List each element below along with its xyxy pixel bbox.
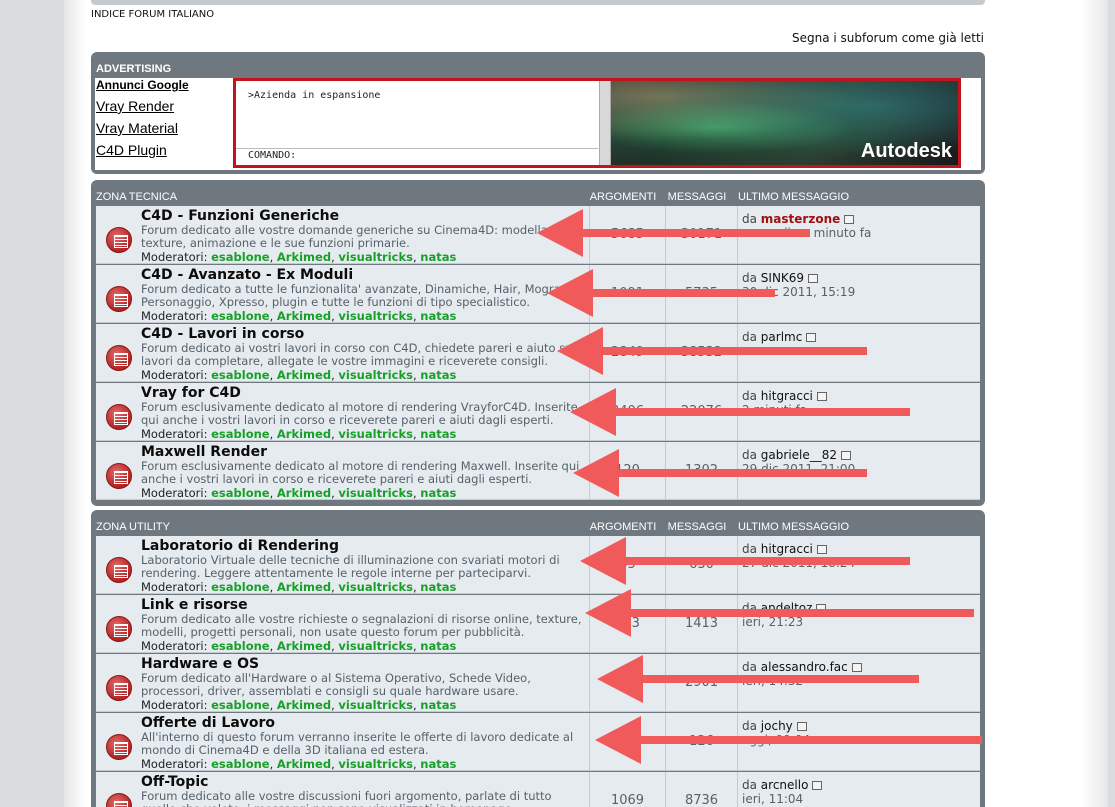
annotation-arrow [570, 388, 910, 436]
annotation-arrow [537, 209, 810, 257]
annotation-arrow [597, 655, 919, 703]
annotation-arrow [547, 269, 775, 317]
annotation-arrow [573, 449, 867, 497]
annotation-arrow [557, 327, 867, 375]
annotation-arrows [537, 209, 982, 764]
annotation-arrow [585, 589, 974, 637]
annotation-arrow [595, 716, 982, 764]
annotation-arrow [580, 537, 910, 585]
